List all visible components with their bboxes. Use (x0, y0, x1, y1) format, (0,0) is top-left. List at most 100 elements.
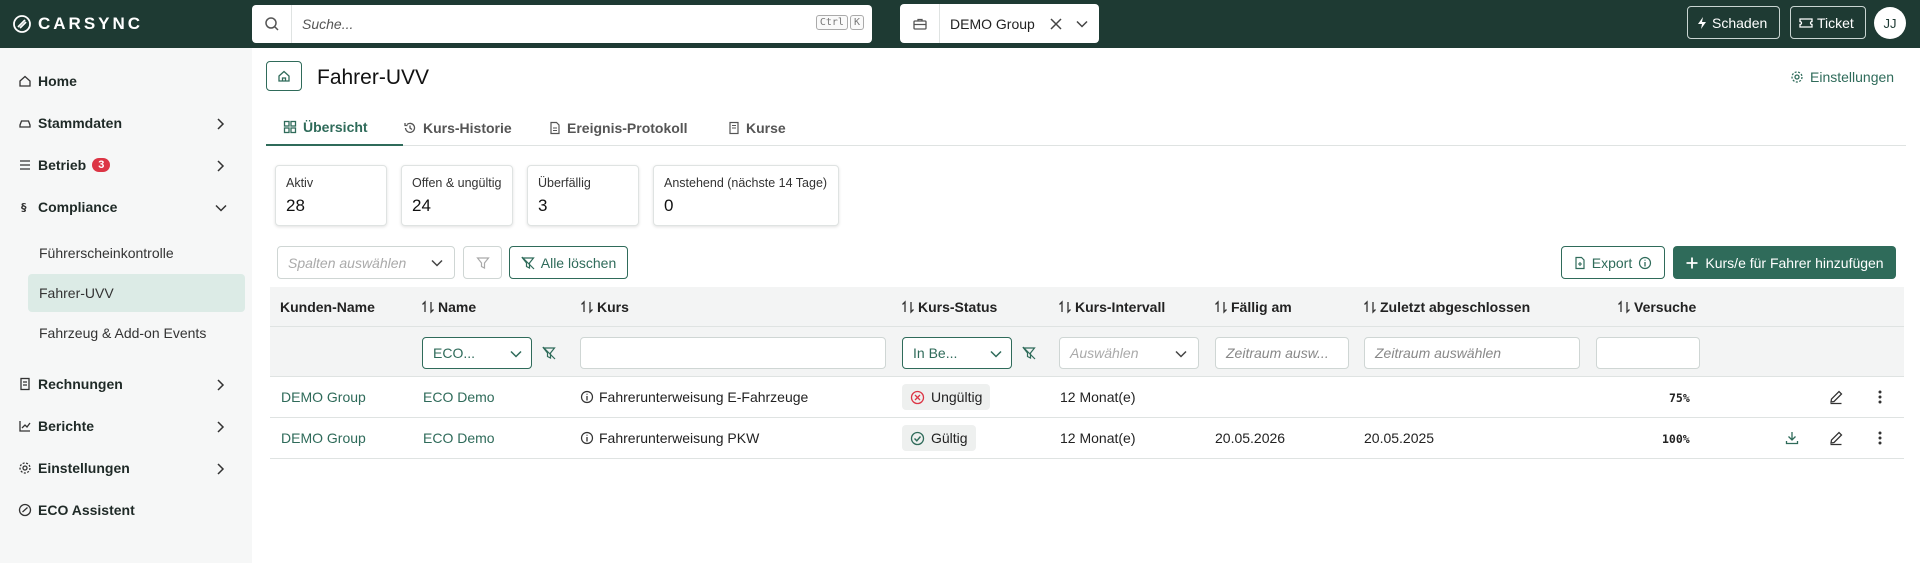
chevron-right-icon[interactable] (214, 159, 226, 173)
chevron-right-icon[interactable] (214, 378, 226, 392)
info-icon (1639, 256, 1652, 269)
chevron-right-icon[interactable] (214, 420, 226, 434)
funnel-x-icon[interactable] (1022, 346, 1036, 360)
stat-card-anstehend[interactable]: Anstehend (nächste 14 Tage) 0 (653, 165, 839, 226)
chevron-down-icon[interactable] (1075, 17, 1089, 31)
columns-select[interactable]: Spalten auswählen (277, 246, 455, 279)
search-shortcut: Ctrl K (814, 15, 864, 30)
funnel-x-icon[interactable] (542, 346, 556, 360)
card-value: 0 (664, 196, 674, 215)
chevron-right-icon[interactable] (214, 117, 226, 131)
chevron-right-icon[interactable] (214, 462, 226, 476)
col-faellig-am[interactable]: Fällig am (1214, 299, 1292, 315)
sidebar-item-eco-assistent[interactable]: ECO Assistent (18, 502, 135, 518)
col-label: Kurs-Status (918, 299, 998, 315)
intervall-filter-placeholder: Auswählen (1070, 345, 1139, 361)
tab-bar: Übersicht Kurs-Historie Ereignis-Protoko… (266, 110, 1906, 146)
sidebar-subitem-fahrer-uvv[interactable]: Fahrer-UVV (39, 285, 114, 301)
clear-group-icon[interactable] (1049, 17, 1063, 31)
sidebar-item-label: Home (38, 73, 77, 89)
sidebar-item-home[interactable]: Home (18, 73, 77, 89)
kunde-link[interactable]: DEMO Group (281, 389, 366, 405)
x-circle-icon (910, 390, 925, 404)
col-versuche[interactable]: Versuche (1617, 299, 1696, 315)
more-vertical-icon[interactable] (1872, 389, 1888, 405)
schaden-button[interactable]: Schaden (1687, 6, 1780, 39)
zuletzt-cell: 20.05.2025 (1364, 430, 1435, 446)
filter-button[interactable] (463, 246, 502, 279)
home-button[interactable] (266, 61, 302, 91)
export-button[interactable]: Export (1561, 246, 1665, 279)
table-header: Kunden-Name Name Kurs Kurs-Status Kurs-I… (270, 287, 1904, 327)
tab-kurse[interactable]: Kurse (728, 110, 786, 146)
download-icon[interactable] (1784, 430, 1800, 446)
stat-card-ueberfaellig[interactable]: Überfällig 3 (527, 165, 639, 226)
col-kunden-name: Kunden-Name (280, 299, 375, 315)
chevron-down-icon (990, 350, 1002, 358)
stat-card-aktiv[interactable]: Aktiv 28 (275, 165, 387, 226)
table-row[interactable]: DEMO Group ECO Demo Fahrerunterweisung P… (270, 418, 1904, 459)
search-input[interactable] (292, 16, 792, 32)
chevron-down-icon (1175, 350, 1187, 358)
intervall-cell: 12 Monat(e) (1060, 389, 1136, 405)
info-icon[interactable] (580, 390, 594, 404)
logo-text: CARSYNC (38, 14, 144, 33)
tab-kurs-historie[interactable]: Kurs-Historie (403, 110, 512, 146)
sidebar-item-rechnungen[interactable]: Rechnungen (18, 376, 123, 392)
avatar[interactable]: JJ (1874, 7, 1906, 39)
kurs-cell: Fahrerunterweisung E-Fahrzeuge (580, 389, 808, 405)
clear-all-button[interactable]: Alle löschen (509, 246, 628, 279)
logo[interactable]: CARSYNC (12, 14, 143, 34)
ticket-icon (1799, 17, 1813, 28)
kurs-filter-input[interactable] (580, 337, 886, 369)
versuche-cell: 75% (1669, 391, 1690, 405)
edit-icon[interactable] (1828, 430, 1844, 446)
settings-link[interactable]: Einstellungen (1790, 69, 1894, 85)
name-filter-select[interactable]: ECO... (422, 337, 532, 369)
col-kurs-status[interactable]: Kurs-Status (901, 299, 997, 315)
sidebar-item-stammdaten[interactable]: Stammdaten (18, 115, 233, 131)
edit-icon[interactable] (1828, 389, 1844, 405)
sidebar-item-berichte[interactable]: Berichte (18, 418, 94, 434)
sidebar-item-betrieb[interactable]: Betrieb 3 (18, 157, 111, 173)
col-kurs-intervall[interactable]: Kurs-Intervall (1058, 299, 1165, 315)
name-link[interactable]: ECO Demo (423, 430, 495, 446)
sidebar-item-compliance[interactable]: § Compliance (18, 199, 117, 215)
svg-text:§: § (21, 201, 27, 214)
faellig-filter-placeholder: Zeitraum ausw... (1226, 345, 1329, 361)
sidebar-item-label: Rechnungen (38, 376, 123, 392)
betrieb-badge: 3 (92, 158, 111, 172)
zuletzt-filter-input[interactable]: Zeitraum auswählen (1364, 337, 1580, 369)
name-filter-value: ECO... (433, 345, 476, 361)
group-selector[interactable]: DEMO Group (900, 4, 1099, 43)
add-course-button[interactable]: Kurs/e für Fahrer hinzufügen (1673, 246, 1896, 279)
col-kurs[interactable]: Kurs (580, 299, 629, 315)
sidebar-item-label: Stammdaten (38, 115, 123, 131)
check-circle-icon (910, 431, 925, 445)
ticket-button[interactable]: Ticket (1790, 6, 1866, 39)
col-zuletzt-abgeschlossen[interactable]: Zuletzt abgeschlossen (1363, 299, 1530, 315)
info-icon[interactable] (580, 431, 594, 445)
group-label: DEMO Group (950, 15, 1035, 32)
intervall-filter-select[interactable]: Auswählen (1059, 337, 1199, 369)
sidebar-subitem-fuehrerscheinkontrolle[interactable]: Führerscheinkontrolle (39, 245, 174, 261)
tab-ereignis-protokoll[interactable]: Ereignis-Protokoll (549, 110, 688, 146)
status-filter-select[interactable]: In Be... (902, 337, 1012, 369)
name-link[interactable]: ECO Demo (423, 389, 495, 405)
kbd-k: K (849, 15, 864, 30)
faellig-filter-input[interactable]: Zeitraum ausw... (1215, 337, 1349, 369)
col-name[interactable]: Name (421, 299, 476, 315)
sidebar-item-einstellungen[interactable]: Einstellungen (18, 460, 130, 476)
add-course-label: Kurs/e für Fahrer hinzufügen (1705, 254, 1884, 271)
sidebar-item-label: Betrieb (38, 157, 87, 173)
table-row[interactable]: DEMO Group ECO Demo Fahrerunterweisung E… (270, 377, 1904, 418)
tab-uebersicht[interactable]: Übersicht (266, 110, 403, 146)
kunde-link[interactable]: DEMO Group (281, 430, 366, 446)
versuche-filter-input[interactable] (1596, 337, 1700, 369)
chevron-down-icon[interactable] (214, 201, 228, 215)
book-icon (729, 121, 739, 135)
more-vertical-icon[interactable] (1872, 430, 1888, 446)
sidebar-subitem-fahrzeug-events[interactable]: Fahrzeug & Add-on Events (39, 325, 206, 341)
stat-card-offen[interactable]: Offen & ungültig 24 (401, 165, 513, 226)
search-box[interactable]: Ctrl K (252, 5, 872, 43)
